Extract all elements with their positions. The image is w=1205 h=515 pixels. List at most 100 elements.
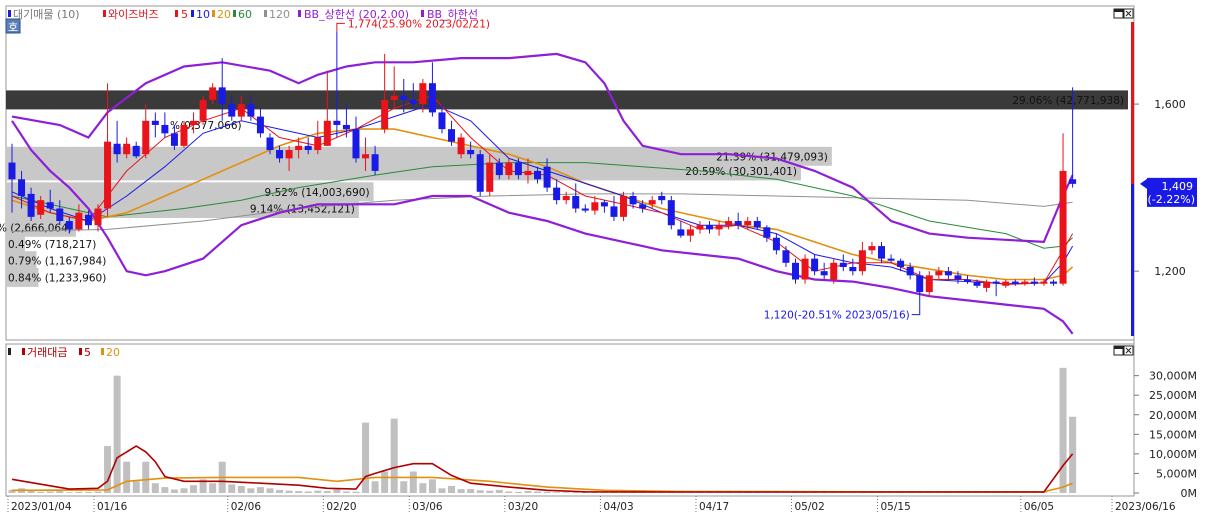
volume-tick-label-2: 20,000M	[1149, 409, 1197, 422]
legend-ma60: 60	[238, 8, 252, 21]
volume-tick-label-5: 5,000M	[1156, 467, 1197, 480]
candle-body	[839, 262, 847, 267]
candle-body	[916, 275, 924, 293]
current-price-tag: 1,409 (-2.22%)	[1131, 22, 1197, 336]
candle-body	[228, 104, 236, 117]
volume-bar-6	[65, 492, 73, 493]
candle-body	[906, 266, 914, 276]
price-panel-maximize-icon[interactable]	[1113, 8, 1124, 19]
candle-body	[792, 262, 800, 280]
volume-bar-110	[1059, 367, 1067, 493]
volume-bar-39	[381, 471, 389, 493]
volume-bar-37	[362, 422, 370, 493]
candle-body	[858, 250, 866, 272]
candle-body	[65, 221, 73, 230]
candle-body	[534, 170, 542, 180]
volume-bar-10	[104, 446, 112, 493]
candle-body	[104, 141, 112, 209]
volume-panel-frame	[5, 343, 1135, 497]
candle-body	[132, 145, 140, 157]
candle-body	[180, 124, 188, 146]
candle-body	[323, 120, 331, 146]
candle-body	[600, 202, 608, 207]
candle-64	[620, 191, 628, 222]
candle-body	[811, 258, 819, 272]
candle-body	[524, 170, 532, 176]
candle-body	[476, 154, 484, 192]
volume-profile-label-0: 29.06% (42,771,938)	[1012, 95, 1124, 107]
volume-bar-12	[123, 461, 131, 493]
volume-bar-26	[256, 487, 264, 493]
volume-bar-56	[543, 491, 551, 493]
candle-body	[199, 99, 207, 121]
candle-body	[973, 281, 981, 286]
volume-bar-45	[438, 488, 446, 493]
candle-body	[304, 145, 312, 151]
candle-body	[696, 225, 704, 230]
volume-bar-33	[323, 491, 331, 493]
candle-body	[543, 166, 551, 188]
candle-body	[954, 275, 962, 280]
candle-body	[209, 87, 217, 100]
volume-bar-15	[151, 483, 159, 493]
candle-body	[706, 225, 714, 230]
volume-bar-55	[534, 491, 542, 493]
candle-body	[782, 250, 790, 263]
x-tick-label-10: 06/05	[1024, 501, 1054, 513]
candle-body	[639, 204, 647, 209]
volume-bar-40	[390, 418, 398, 493]
current-price-change: (-2.22%)	[1148, 193, 1196, 206]
price-panel-close-icon[interactable]	[1123, 8, 1134, 19]
candle-body	[371, 154, 379, 171]
svg-text:1,774(25.90% 2023/02/21): 1,774(25.90% 2023/02/21)	[348, 18, 490, 30]
x-tick-label-9: 05/15	[881, 501, 911, 513]
volume-panel-maximize-icon[interactable]	[1113, 345, 1124, 356]
mode-button-label: 호	[8, 21, 18, 34]
candle-body	[113, 143, 121, 155]
volume-profile-label-3: 9.52% (14,003,690)	[265, 187, 370, 199]
candle-body	[285, 150, 293, 159]
volume-tick-label-1: 25,000M	[1149, 389, 1197, 402]
candle-49	[476, 150, 484, 196]
volume-bar-35	[342, 491, 350, 493]
candle-body	[1011, 281, 1019, 284]
candle-body	[266, 137, 274, 151]
volume-bar-50	[486, 490, 494, 493]
candle-body	[715, 225, 723, 230]
legend-ma5: 5	[181, 8, 188, 21]
volume-bar-41	[400, 481, 408, 493]
candle-body	[381, 99, 389, 130]
candle-body	[1049, 281, 1057, 284]
volume-bar-34	[333, 489, 341, 493]
x-tick-label-8: 05/02	[795, 501, 825, 513]
candle-body	[629, 195, 637, 205]
volume-profile-label-2: 20.59% (30,301,401)	[685, 166, 797, 178]
candle-body	[725, 221, 733, 226]
candle-body	[648, 200, 656, 205]
candle-body	[677, 229, 685, 236]
volume-tick-label-4: 10,000M	[1149, 448, 1197, 461]
volume-bar-14	[142, 461, 150, 493]
candle-body	[314, 137, 322, 151]
volume-bar-59	[572, 492, 580, 493]
volume-bar-36	[352, 491, 360, 493]
candle-body	[772, 237, 780, 251]
stock-chart: 호 29.06% (42,771,938)21.39% (31,479,093)…	[0, 5, 1197, 513]
candle-body	[763, 227, 771, 238]
candle-body	[448, 129, 456, 142]
volume-bar-13	[132, 481, 140, 493]
candle-body	[581, 208, 589, 211]
volume-profile-bar-0	[6, 90, 1128, 110]
candle-body	[562, 195, 570, 201]
candle-body	[887, 258, 895, 261]
candle-body	[753, 221, 761, 228]
candle-body	[658, 195, 666, 201]
volume-bar-30	[295, 491, 303, 493]
candle-body	[142, 120, 150, 155]
legend-ma120: 120	[269, 8, 290, 21]
volume-panel-close-icon[interactable]	[1123, 345, 1134, 356]
candle-body	[992, 281, 1000, 284]
candle-body	[467, 150, 475, 155]
volume-bar-38	[371, 481, 379, 493]
volume-bar-11	[113, 375, 121, 493]
